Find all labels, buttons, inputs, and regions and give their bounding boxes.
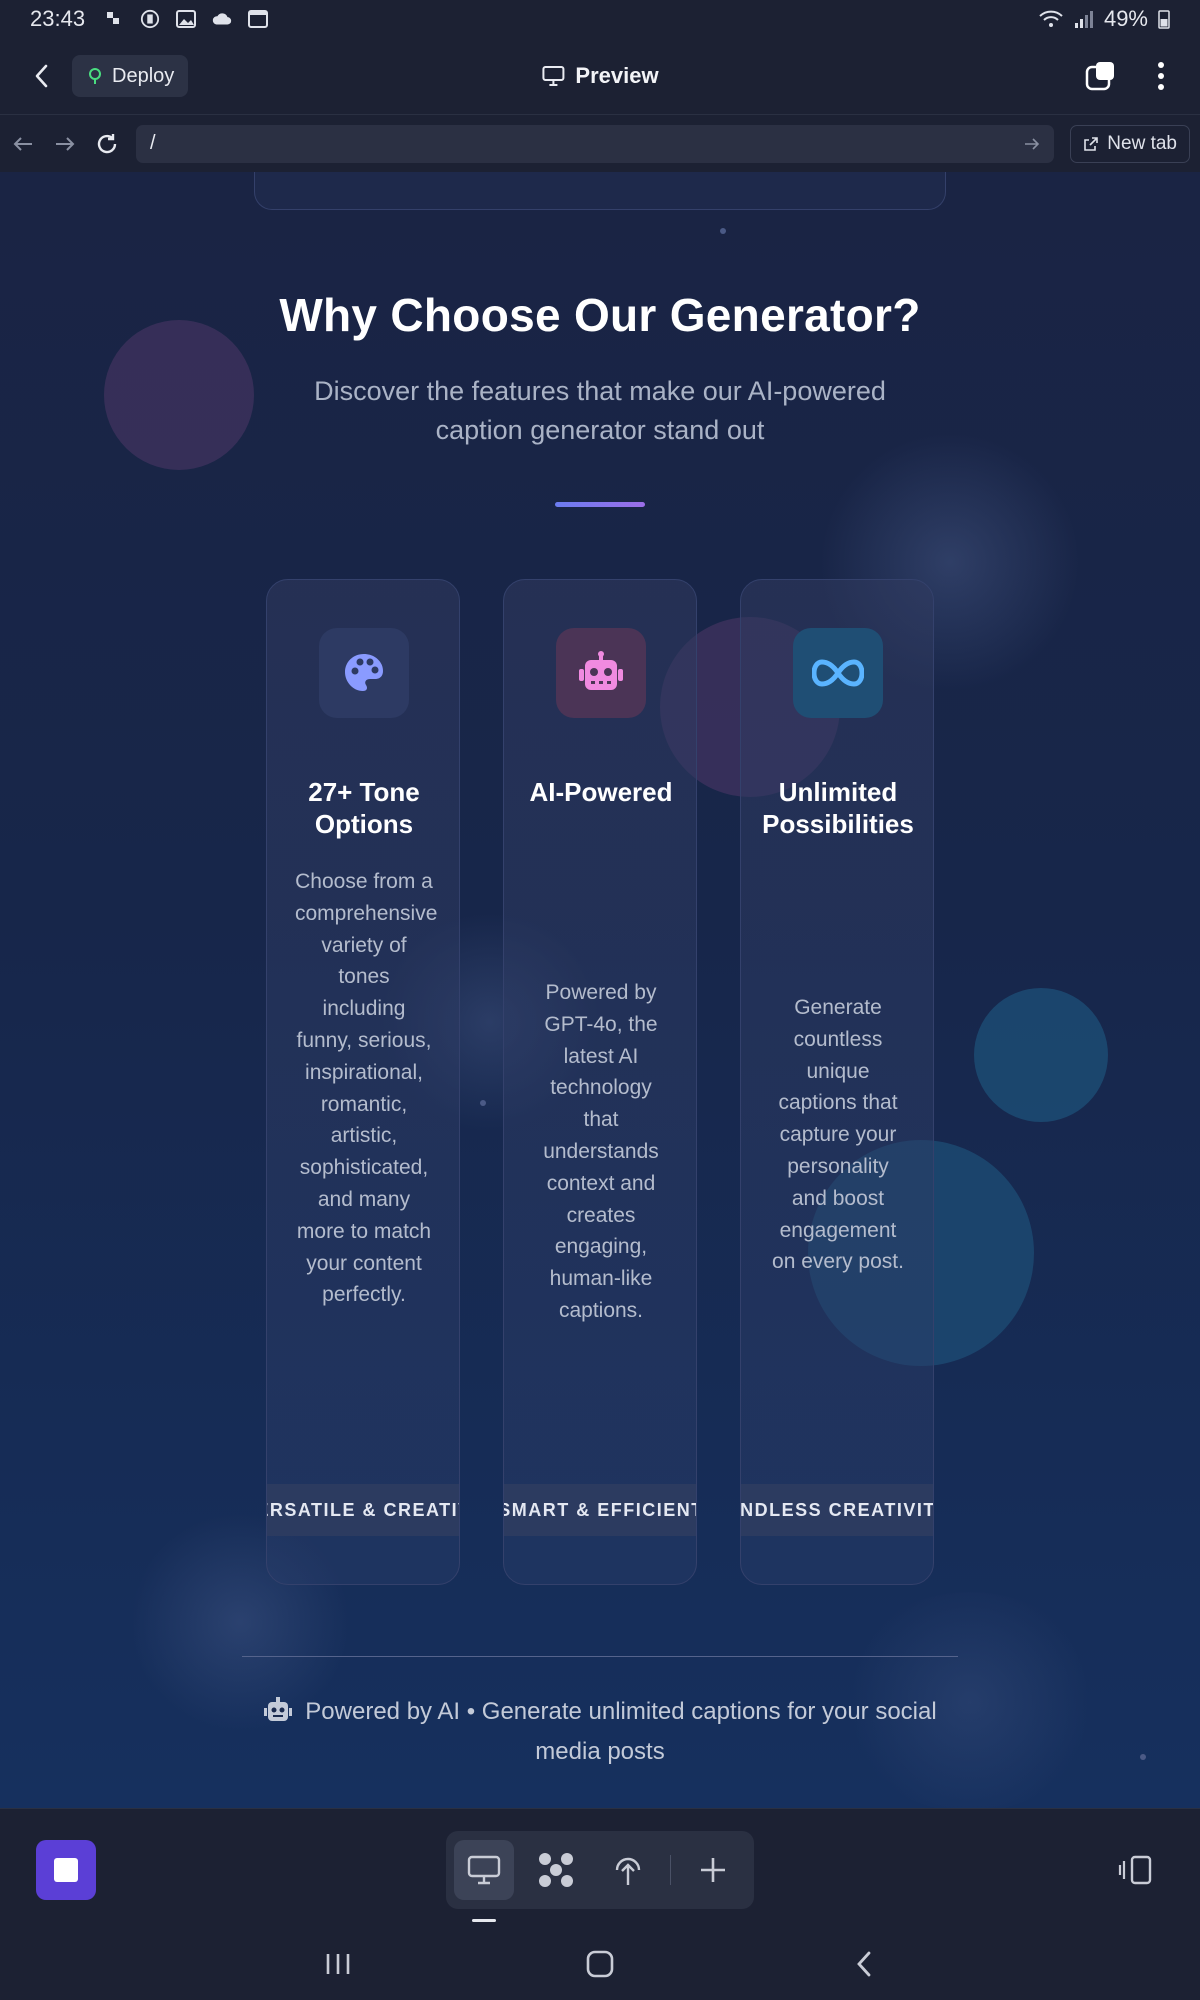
arrow-left-icon [13,136,32,151]
arrow-right-icon [56,136,75,151]
url-input[interactable]: / [136,124,1055,163]
mode-switcher [446,1831,754,1909]
reload-icon [97,133,117,153]
system-navigation-bar [0,1928,1200,2000]
card-tagline-band: SMART & EFFICIENT [504,1484,696,1536]
feature-card-tone-options: 27+ Tone Options Choose from a comprehen… [266,579,460,1585]
image-icon [176,10,197,28]
battery-icon [1158,10,1170,29]
infinity-icon [812,659,864,687]
slack-icon [107,12,120,24]
feature-card-unlimited: Unlimited Possibilities Generate countle… [740,579,934,1585]
card-title: Unlimited Possibilities [762,777,914,839]
section-subtitle: Discover the features that make our AI-p… [314,376,886,445]
active-mode-indicator [472,1919,496,1922]
robot-icon [264,1697,293,1721]
bg-bubble [974,988,1108,1122]
plus-icon [701,1858,725,1882]
previous-card-edge [254,172,946,210]
card-tagline-band: VERSATILE & CREATIVE [267,1484,459,1536]
reload-button[interactable] [94,131,120,157]
bg-bubble [104,320,254,470]
browser-back-button[interactable] [10,131,36,157]
web-content: Why Choose Our Generator? Discover the f… [0,172,1200,1808]
card-description: Choose from a comprehensive variety of t… [295,870,438,1307]
nodes-icon [539,1853,573,1887]
more-options-icon[interactable] [1156,61,1166,91]
app-notification-icon [140,9,160,29]
preview-title: Preview [541,63,659,89]
stop-button[interactable] [36,1840,96,1900]
go-arrow-icon [1025,137,1040,150]
back-button[interactable] [24,58,60,94]
wifi-icon [1039,10,1063,27]
monitor-icon [542,66,565,86]
bottom-dock [0,1808,1200,1928]
status-time: 23:43 [30,6,86,31]
battery-level: 49% [1103,6,1148,31]
browser-bar: / New tab [0,114,1200,172]
split-view-icon[interactable] [1118,1851,1156,1889]
chevron-left-icon [35,64,48,88]
deploy-icon [89,68,101,84]
cloud-icon [212,13,232,25]
robot-icon [579,651,623,690]
tabs-switcher-icon[interactable] [1084,60,1116,92]
workspace-mode-button[interactable] [526,1840,586,1900]
bg-dot [720,228,726,234]
preview-title-text: Preview [575,63,659,88]
footer-note-text: Powered by AI • Generate unlimited capti… [305,1698,937,1765]
notification-icons [103,9,269,29]
card-icon-box [319,628,409,718]
footer-divider [242,1656,958,1657]
new-tab-label: New tab [1107,132,1177,154]
mode-separator [670,1855,671,1885]
card-icon-box [793,628,883,718]
stop-icon [54,1858,78,1882]
add-button[interactable] [683,1840,743,1900]
palette-icon [345,654,383,691]
status-bar: 23:43 49% [0,0,1200,38]
section-title: Why Choose Our Generator? [279,289,921,341]
deploy-label: Deploy [112,64,175,87]
home-icon [586,1950,614,1978]
feature-card-ai-powered: AI-Powered Powered by GPT-4o, the latest… [503,579,697,1585]
bg-dot [1140,1754,1146,1760]
chevron-left-icon [857,1951,871,1977]
calendar-icon [248,10,269,28]
deploy-mode-button[interactable] [598,1840,658,1900]
url-text: / [150,132,156,154]
footer-note: Powered by AI • Generate unlimited capti… [240,1692,960,1772]
preview-mode-button[interactable] [454,1840,514,1900]
home-button[interactable] [580,1946,620,1982]
external-link-icon [1084,136,1099,151]
recent-apps-icon [326,1954,350,1974]
recent-apps-button[interactable] [318,1946,358,1982]
monitor-icon [467,1855,501,1885]
card-description: Powered by GPT-4o, the latest AI technol… [543,981,659,1322]
new-tab-button[interactable]: New tab [1070,124,1190,163]
signal-icon [1074,11,1093,28]
deploy-button[interactable]: Deploy [72,55,189,97]
deploy-icon [615,1857,641,1885]
card-icon-box [556,628,646,718]
card-title: 27+ Tone Options [308,777,420,839]
bg-dot [480,1100,486,1106]
browser-forward-button[interactable] [52,131,78,157]
system-back-button[interactable] [844,1946,884,1982]
app-header: Deploy Preview [0,38,1200,114]
card-description: Generate countless unique captions that … [772,996,904,1274]
card-title: AI-Powered [529,777,673,807]
card-tagline-band: ENDLESS CREATIVITY [741,1484,933,1536]
accent-divider [555,502,645,507]
